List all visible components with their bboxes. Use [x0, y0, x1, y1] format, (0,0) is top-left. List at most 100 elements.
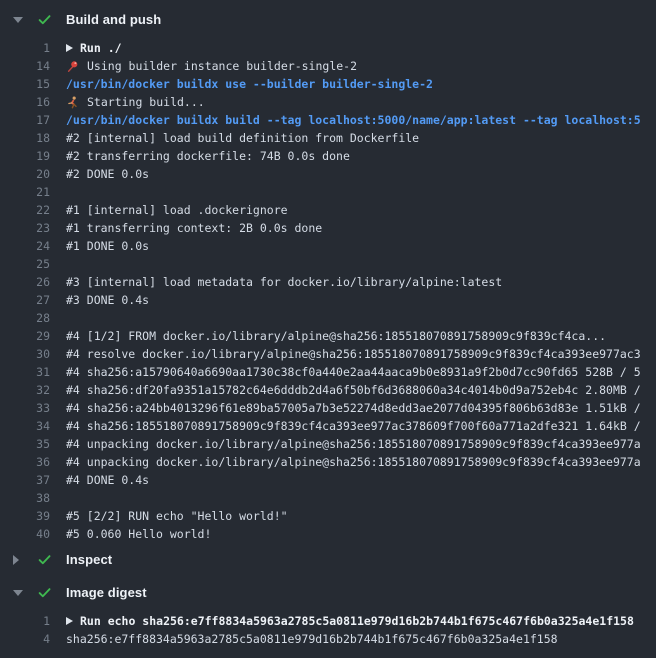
line-text: #4 DONE 0.4s	[66, 471, 149, 489]
log-line: 24 #1 DONE 0.0s	[0, 237, 656, 255]
line-number[interactable]: 14	[0, 57, 50, 75]
line-number[interactable]: 25	[0, 255, 50, 273]
line-text: #5 0.060 Hello world!	[66, 525, 211, 543]
log-lines: 1 Run ./ 14	[0, 39, 656, 543]
line-content: #4 [1/2] FROM docker.io/library/alpine@s…	[66, 327, 656, 345]
line-text: #4 unpacking docker.io/library/alpine@sh…	[66, 453, 641, 471]
line-number[interactable]: 19	[0, 147, 50, 165]
line-number[interactable]: 23	[0, 219, 50, 237]
line-text: #4 sha256:df20fa9351a15782c64e6dddb2d4a6…	[66, 381, 641, 399]
line-text: #2 DONE 0.0s	[66, 165, 149, 183]
log-sections: Build and push 1 Run ./ 14	[0, 3, 656, 648]
line-content: #2 transferring dockerfile: 74B 0.0s don…	[66, 147, 656, 165]
line-number[interactable]: 29	[0, 327, 50, 345]
line-content: #4 DONE 0.4s	[66, 471, 656, 489]
log-line: 17 /usr/bin/docker buildx build --tag lo…	[0, 111, 656, 129]
workflow-log-viewer: Build and push 1 Run ./ 14	[0, 0, 656, 658]
line-number[interactable]: 21	[0, 183, 50, 201]
line-content: /usr/bin/docker buildx build --tag local…	[66, 111, 656, 129]
line-text: #1 DONE 0.0s	[66, 237, 149, 255]
log-line: 27 #3 DONE 0.4s	[0, 291, 656, 309]
line-text: #2 transferring dockerfile: 74B 0.0s don…	[66, 147, 350, 165]
step-section-inspect: Inspect	[0, 543, 656, 576]
play-icon[interactable]	[66, 617, 73, 625]
play-icon[interactable]	[66, 44, 73, 52]
log-line: 16 Starting build...	[0, 93, 656, 111]
runner-icon	[66, 96, 79, 109]
line-number[interactable]: 17	[0, 111, 50, 129]
line-number[interactable]: 34	[0, 417, 50, 435]
line-content: Starting build...	[66, 93, 656, 111]
log-line: 21	[0, 183, 656, 201]
line-content: #4 resolve docker.io/library/alpine@sha2…	[66, 345, 656, 363]
line-number[interactable]: 4	[0, 630, 50, 648]
line-content: Run echo sha256:e7ff8834a5963a2785c5a081…	[66, 612, 656, 630]
line-content: sha256:e7ff8834a5963a2785c5a0811e979d16b…	[66, 630, 656, 648]
line-number[interactable]: 16	[0, 93, 50, 111]
line-number[interactable]: 32	[0, 381, 50, 399]
log-line: 25	[0, 255, 656, 273]
line-text: #2 [internal] load build definition from…	[66, 129, 419, 147]
log-line: 31 #4 sha256:a15790640a6690aa1730c38cf0a…	[0, 363, 656, 381]
log-line: 33 #4 sha256:a24bb4013296f61e89ba57005a7…	[0, 399, 656, 417]
line-text: #3 DONE 0.4s	[66, 291, 149, 309]
line-text: #4 sha256:a15790640a6690aa1730c38cf0a440…	[66, 363, 641, 381]
log-line: 23 #1 transferring context: 2B 0.0s done	[0, 219, 656, 237]
line-number[interactable]: 33	[0, 399, 50, 417]
line-text: #4 sha256:a24bb4013296f61e89ba57005a7b3e…	[66, 399, 641, 417]
line-number[interactable]: 22	[0, 201, 50, 219]
line-number[interactable]: 37	[0, 471, 50, 489]
log-line: 37 #4 DONE 0.4s	[0, 471, 656, 489]
log-line: 1 Run echo sha256:e7ff8834a5963a2785c5a0…	[0, 612, 656, 630]
line-number[interactable]: 30	[0, 345, 50, 363]
check-icon	[37, 552, 52, 567]
log-line: 19 #2 transferring dockerfile: 74B 0.0s …	[0, 147, 656, 165]
step-title: Inspect	[66, 552, 112, 567]
log-line: 1 Run ./	[0, 39, 656, 57]
log-line: 28	[0, 309, 656, 327]
line-number[interactable]: 36	[0, 453, 50, 471]
line-number[interactable]: 35	[0, 435, 50, 453]
line-text: #1 [internal] load .dockerignore	[66, 201, 288, 219]
log-line: 26 #3 [internal] load metadata for docke…	[0, 273, 656, 291]
line-number[interactable]: 38	[0, 489, 50, 507]
line-content: /usr/bin/docker buildx use --builder bui…	[66, 75, 656, 93]
line-number[interactable]: 18	[0, 129, 50, 147]
line-text: /usr/bin/docker buildx build --tag local…	[66, 111, 641, 129]
line-text: Using builder instance builder-single-2	[87, 57, 357, 75]
chevron-down-icon	[13, 590, 23, 596]
step-section-image-digest: Image digest 1 Run echo sha256:e7ff8834a…	[0, 576, 656, 648]
line-content: #4 sha256:185518070891758909c9f839cf4ca3…	[66, 417, 656, 435]
log-line: 36 #4 unpacking docker.io/library/alpine…	[0, 453, 656, 471]
line-number[interactable]: 1	[0, 612, 50, 630]
line-number[interactable]: 40	[0, 525, 50, 543]
line-number[interactable]: 27	[0, 291, 50, 309]
pushpin-icon	[66, 60, 79, 73]
line-content: #1 DONE 0.0s	[66, 237, 656, 255]
line-number[interactable]: 15	[0, 75, 50, 93]
line-number[interactable]: 28	[0, 309, 50, 327]
step-header[interactable]: Build and push	[0, 3, 656, 36]
line-number[interactable]: 26	[0, 273, 50, 291]
log-line: 4 sha256:e7ff8834a5963a2785c5a0811e979d1…	[0, 630, 656, 648]
line-number[interactable]: 20	[0, 165, 50, 183]
log-line: 32 #4 sha256:df20fa9351a15782c64e6dddb2d…	[0, 381, 656, 399]
line-number[interactable]: 24	[0, 237, 50, 255]
log-line: 18 #2 [internal] load build definition f…	[0, 129, 656, 147]
step-header[interactable]: Inspect	[0, 543, 656, 576]
check-icon	[37, 12, 52, 27]
line-content: #4 sha256:a24bb4013296f61e89ba57005a7b3e…	[66, 399, 656, 417]
step-title: Build and push	[66, 12, 161, 27]
line-number[interactable]: 39	[0, 507, 50, 525]
line-text: #4 [1/2] FROM docker.io/library/alpine@s…	[66, 327, 606, 345]
log-line: 30 #4 resolve docker.io/library/alpine@s…	[0, 345, 656, 363]
line-text: Run echo sha256:e7ff8834a5963a2785c5a081…	[80, 612, 634, 630]
log-line: 14 Using builder instance builder-single…	[0, 57, 656, 75]
chevron-down-icon	[13, 17, 23, 23]
line-number[interactable]: 1	[0, 39, 50, 57]
line-number[interactable]: 31	[0, 363, 50, 381]
log-line: 20 #2 DONE 0.0s	[0, 165, 656, 183]
log-line: 34 #4 sha256:185518070891758909c9f839cf4…	[0, 417, 656, 435]
step-header[interactable]: Image digest	[0, 576, 656, 609]
line-content: #3 [internal] load metadata for docker.i…	[66, 273, 656, 291]
